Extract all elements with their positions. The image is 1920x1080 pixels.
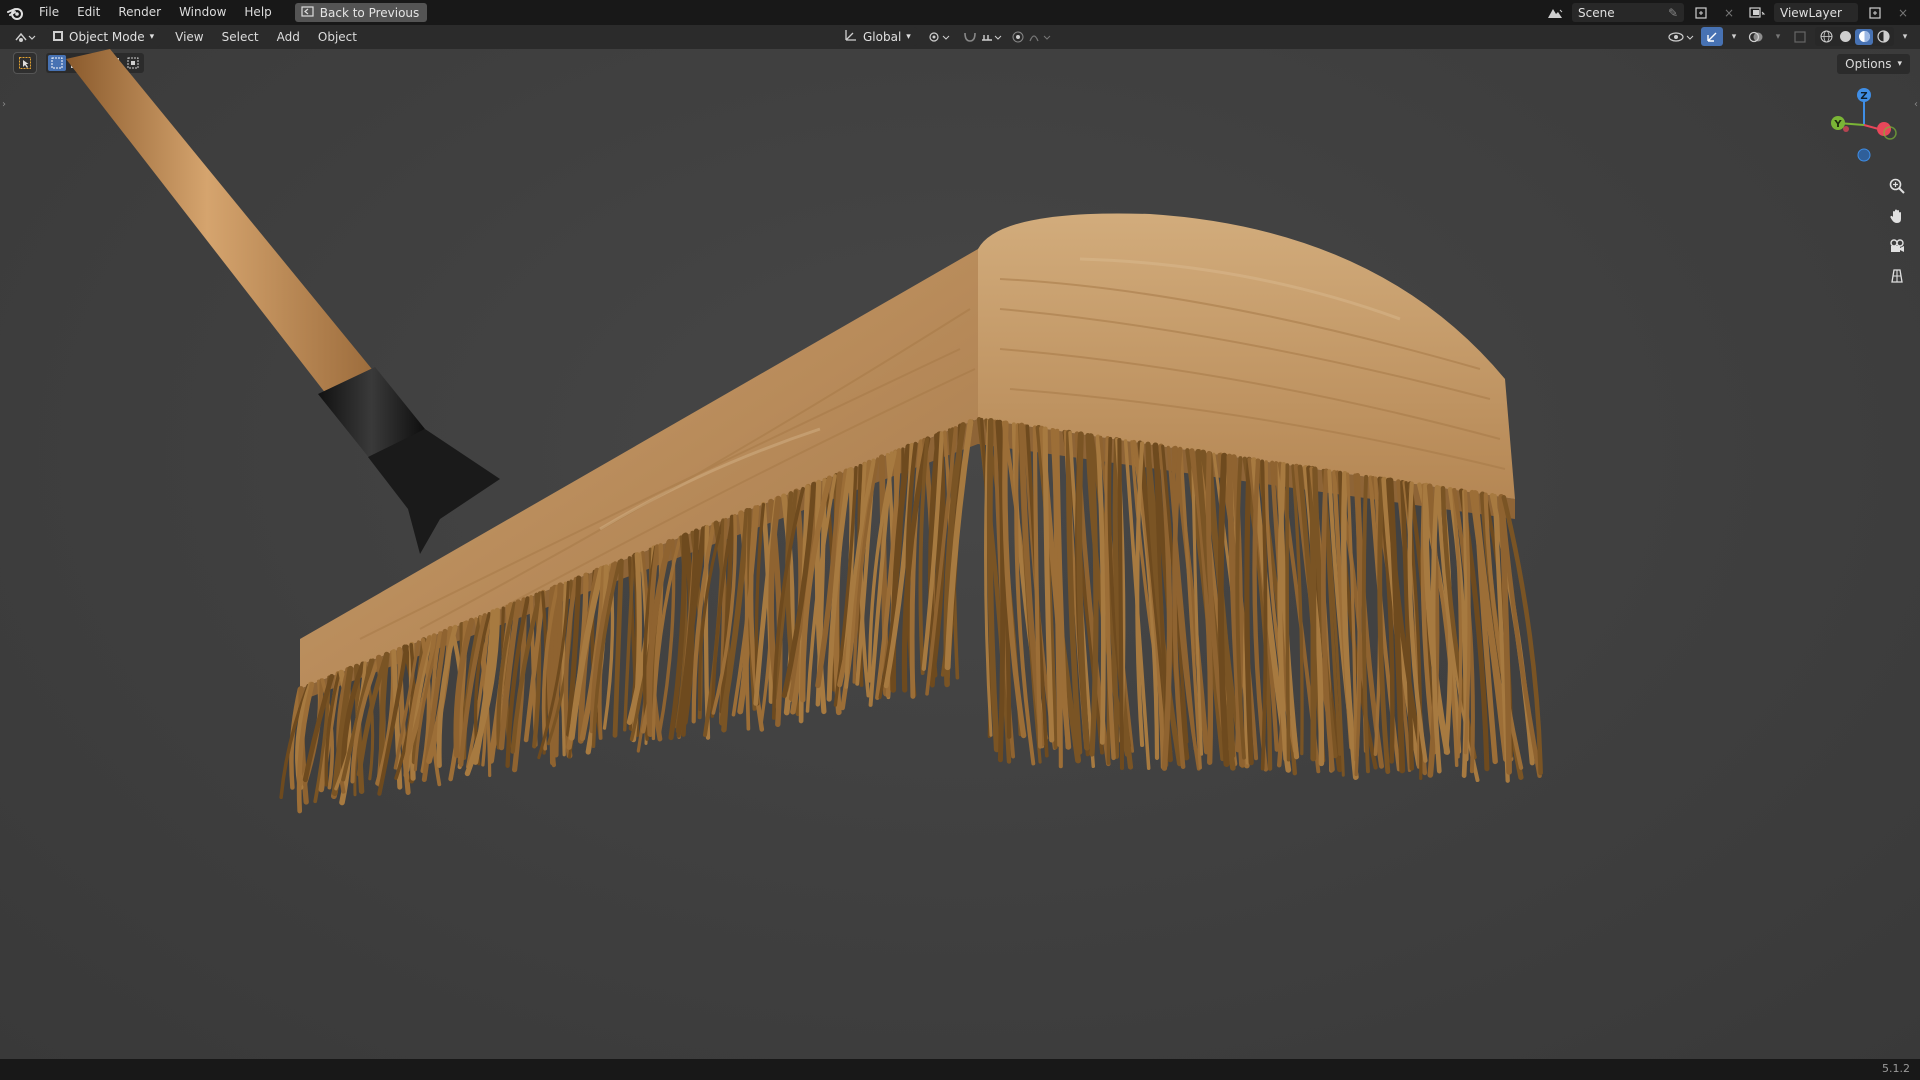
bristle-strand (1135, 441, 1145, 748)
shading-mode-group (1815, 27, 1894, 46)
broom-handle (66, 49, 380, 399)
new-scene-icon[interactable] (1690, 3, 1712, 22)
view-layer-icon[interactable] (1746, 3, 1768, 22)
object-mode-dropdown[interactable]: Object Mode ▾ (46, 27, 161, 47)
menu-render[interactable]: Render (109, 0, 170, 25)
scene-name: Scene (1578, 5, 1615, 20)
view-layer-field[interactable]: ViewLayer (1774, 3, 1858, 22)
menu-object[interactable]: Object (309, 25, 366, 49)
delete-view-layer-icon[interactable]: × (1892, 3, 1914, 22)
menu-window[interactable]: Window (170, 0, 235, 25)
menu-add[interactable]: Add (268, 25, 309, 49)
snap-icon[interactable] (961, 27, 1003, 46)
menu-view[interactable]: View (166, 25, 212, 49)
back-icon (301, 5, 314, 20)
wireframe-shading-icon[interactable] (1817, 29, 1835, 45)
pivot-icon[interactable] (925, 27, 953, 46)
chevron-down-icon: ▾ (906, 31, 911, 42)
back-to-previous-label: Back to Previous (319, 5, 420, 20)
view-layer-name: ViewLayer (1780, 5, 1842, 20)
object-mode-label: Object Mode (69, 30, 145, 44)
menu-file[interactable]: File (30, 0, 68, 25)
bristle-strand (1117, 438, 1125, 771)
bristle-strand (612, 558, 624, 738)
delete-scene-icon[interactable]: × (1718, 3, 1740, 22)
scene-field[interactable]: Scene ✎ (1572, 3, 1684, 22)
overlay-icon[interactable] (1745, 27, 1767, 46)
blender-logo-icon[interactable] (0, 0, 30, 25)
version-label: 5.1.2 (1882, 1062, 1910, 1075)
new-view-layer-icon[interactable] (1864, 3, 1886, 22)
view-object-types-icon[interactable] (1667, 27, 1697, 46)
top-bar: File Edit Render Window Help Back to Pre… (0, 0, 1920, 25)
orientation-label: Global (863, 29, 902, 44)
bristle-strand (551, 585, 560, 758)
pin-icon[interactable]: ✎ (1668, 6, 1678, 20)
gizmo-icon[interactable] (1701, 27, 1723, 46)
3d-viewport[interactable]: › ‹ Options ▾ Z Y (0, 49, 1920, 1059)
menu-help[interactable]: Help (235, 0, 280, 25)
gizmo-chevron-icon[interactable]: ▾ (1727, 27, 1741, 46)
viewport-display-tools: ▾ ▾ ▾ (1667, 27, 1912, 46)
orientation-icon (844, 28, 858, 45)
broom-model[interactable] (0, 49, 1920, 1059)
overlay-chevron-icon[interactable]: ▾ (1771, 27, 1785, 46)
chevron-down-icon: ▾ (149, 32, 155, 42)
proportional-icon[interactable] (1011, 27, 1053, 46)
bristle-strand (1309, 465, 1317, 762)
shading-chevron-icon[interactable]: ▾ (1898, 27, 1912, 46)
editor-type-icon[interactable] (10, 28, 40, 47)
broom-bracket (368, 429, 500, 554)
object-mode-icon (52, 30, 64, 45)
bristle-strand (1285, 463, 1291, 762)
xray-icon[interactable] (1789, 27, 1811, 46)
material-shading-icon[interactable] (1855, 28, 1873, 45)
scene-icon[interactable] (1544, 3, 1566, 22)
menu-edit[interactable]: Edit (68, 0, 109, 25)
rendered-shading-icon[interactable] (1874, 29, 1892, 45)
back-to-previous-button[interactable]: Back to Previous (294, 3, 428, 22)
bristle-strand (1088, 433, 1099, 757)
viewport-header: Object Mode ▾ View Select Add Object Glo… (0, 25, 1920, 49)
status-bar: 5.1.2 (0, 1059, 1920, 1080)
menu-select[interactable]: Select (213, 25, 268, 49)
transform-tools: Global ▾ (838, 27, 1053, 46)
solid-shading-icon[interactable] (1836, 29, 1854, 45)
top-right-controls: Scene ✎ × ViewLayer × (1544, 0, 1920, 25)
transform-orientation-dropdown[interactable]: Global ▾ (838, 27, 917, 46)
